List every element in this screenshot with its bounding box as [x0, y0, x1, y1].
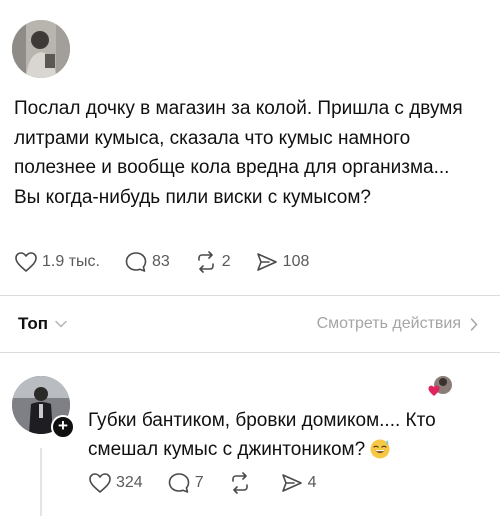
comment-icon — [168, 473, 190, 493]
heart-avatar-icon — [428, 376, 452, 396]
repost-icon — [231, 472, 248, 494]
repost-button[interactable]: 2 — [194, 251, 231, 273]
comment-count: 7 — [194, 474, 204, 491]
post-body: Послал дочку в магазин за колой. Пришла … — [14, 94, 484, 212]
like-count: 1.9 тыс. — [42, 253, 100, 270]
follow-plus-button[interactable]: + — [51, 415, 75, 439]
avatar-photo-icon — [12, 20, 70, 78]
thread-line — [40, 448, 42, 516]
share-button[interactable]: 108 — [255, 251, 310, 273]
comment-button[interactable]: 7 — [167, 472, 204, 494]
send-icon — [256, 253, 277, 271]
comment-count: 83 — [151, 253, 170, 270]
liked-by-author-badge — [428, 374, 452, 398]
comment-button[interactable]: 83 — [124, 251, 170, 273]
chevron-right-icon — [470, 317, 478, 331]
replies-sort-bar: Топ Смотреть действия — [0, 296, 500, 352]
view-activity-label: Смотреть действия — [316, 315, 461, 332]
repost-count: 2 — [221, 253, 231, 270]
divider — [0, 352, 500, 353]
like-button[interactable]: 324 — [88, 472, 143, 494]
like-count: 324 — [116, 474, 143, 491]
heart-icon — [89, 473, 111, 493]
reply-actions: 324 7 4 — [88, 472, 341, 494]
chevron-down-icon — [55, 320, 67, 328]
heart-icon — [15, 252, 37, 272]
share-button[interactable]: 4 — [280, 472, 317, 494]
view-activity-link[interactable]: Смотреть действия — [317, 315, 478, 333]
reply-body: Губки бантиком, бровки домиком.... Кто с… — [88, 406, 478, 468]
send-icon — [281, 474, 302, 492]
repost-button[interactable] — [228, 472, 256, 494]
like-button[interactable]: 1.9 тыс. — [14, 251, 100, 273]
post-paragraph: Послал дочку в магазин за колой. Пришла … — [14, 98, 463, 178]
post-author-avatar[interactable] — [12, 20, 70, 78]
comment-icon — [125, 252, 147, 272]
sweat-smile-emoji-icon — [369, 437, 391, 468]
sort-label: Топ — [18, 314, 48, 333]
post-paragraph: Вы когда-нибудь пили виски с кумысом? — [14, 186, 371, 208]
share-count: 4 — [307, 474, 317, 491]
repost-icon — [197, 251, 214, 273]
share-count: 108 — [282, 253, 310, 270]
post-actions: 1.9 тыс. 83 2 108 — [14, 251, 333, 273]
sort-dropdown[interactable]: Топ — [18, 314, 67, 334]
